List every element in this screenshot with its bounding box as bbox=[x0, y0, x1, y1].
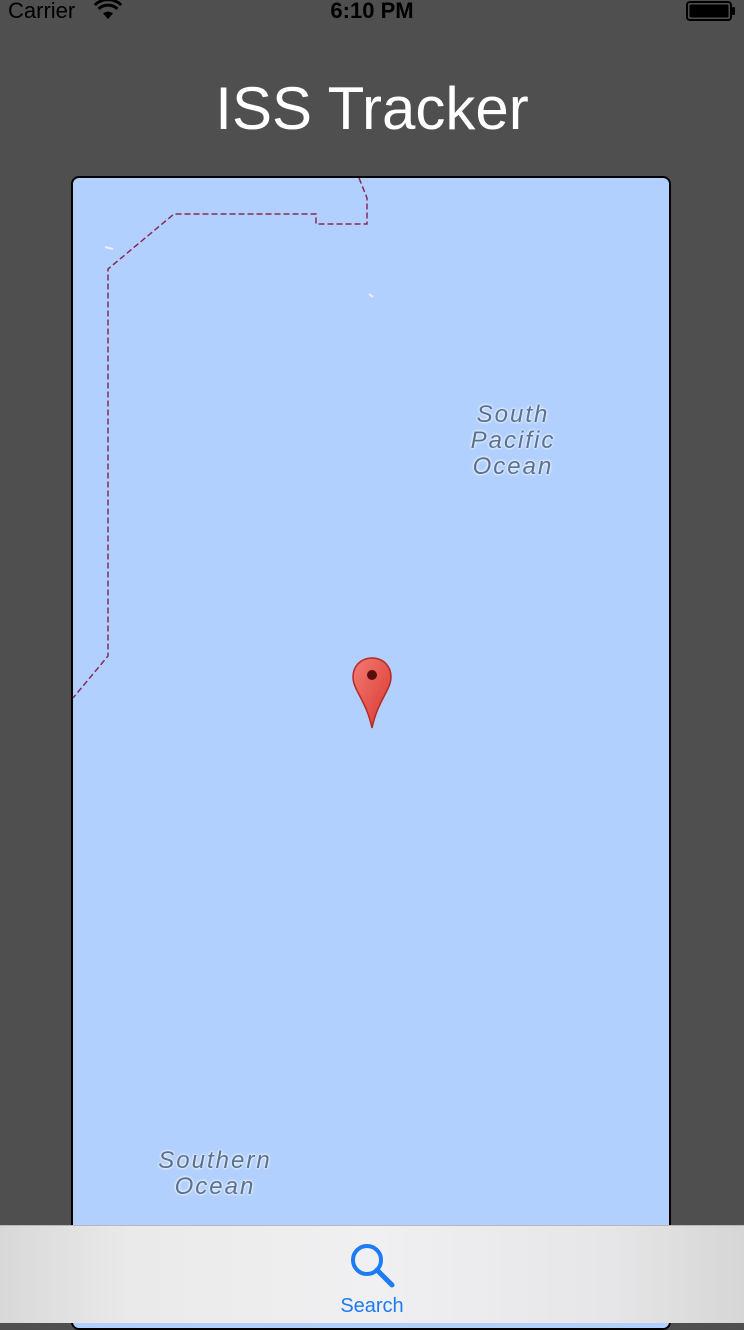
tab-bar: Search bbox=[0, 1225, 744, 1323]
tab-search-label: Search bbox=[340, 1295, 404, 1317]
ocean-label-southern: Southern Ocean bbox=[158, 1147, 272, 1200]
page-title: ISS Tracker bbox=[215, 75, 529, 142]
ocean-label-south-pacific: South Pacific Ocean bbox=[470, 401, 556, 480]
battery-icon bbox=[686, 1, 735, 21]
status-time: 6:10 PM bbox=[330, 0, 414, 23]
status-bar: Carrier 6:10 PM bbox=[0, 0, 744, 26]
map-pin-icon[interactable] bbox=[351, 656, 393, 730]
search-icon bbox=[351, 1244, 395, 1288]
map-view[interactable]: South Pacific Ocean Southern Ocean bbox=[71, 176, 671, 1330]
tab-search[interactable]: Search bbox=[322, 1234, 422, 1322]
